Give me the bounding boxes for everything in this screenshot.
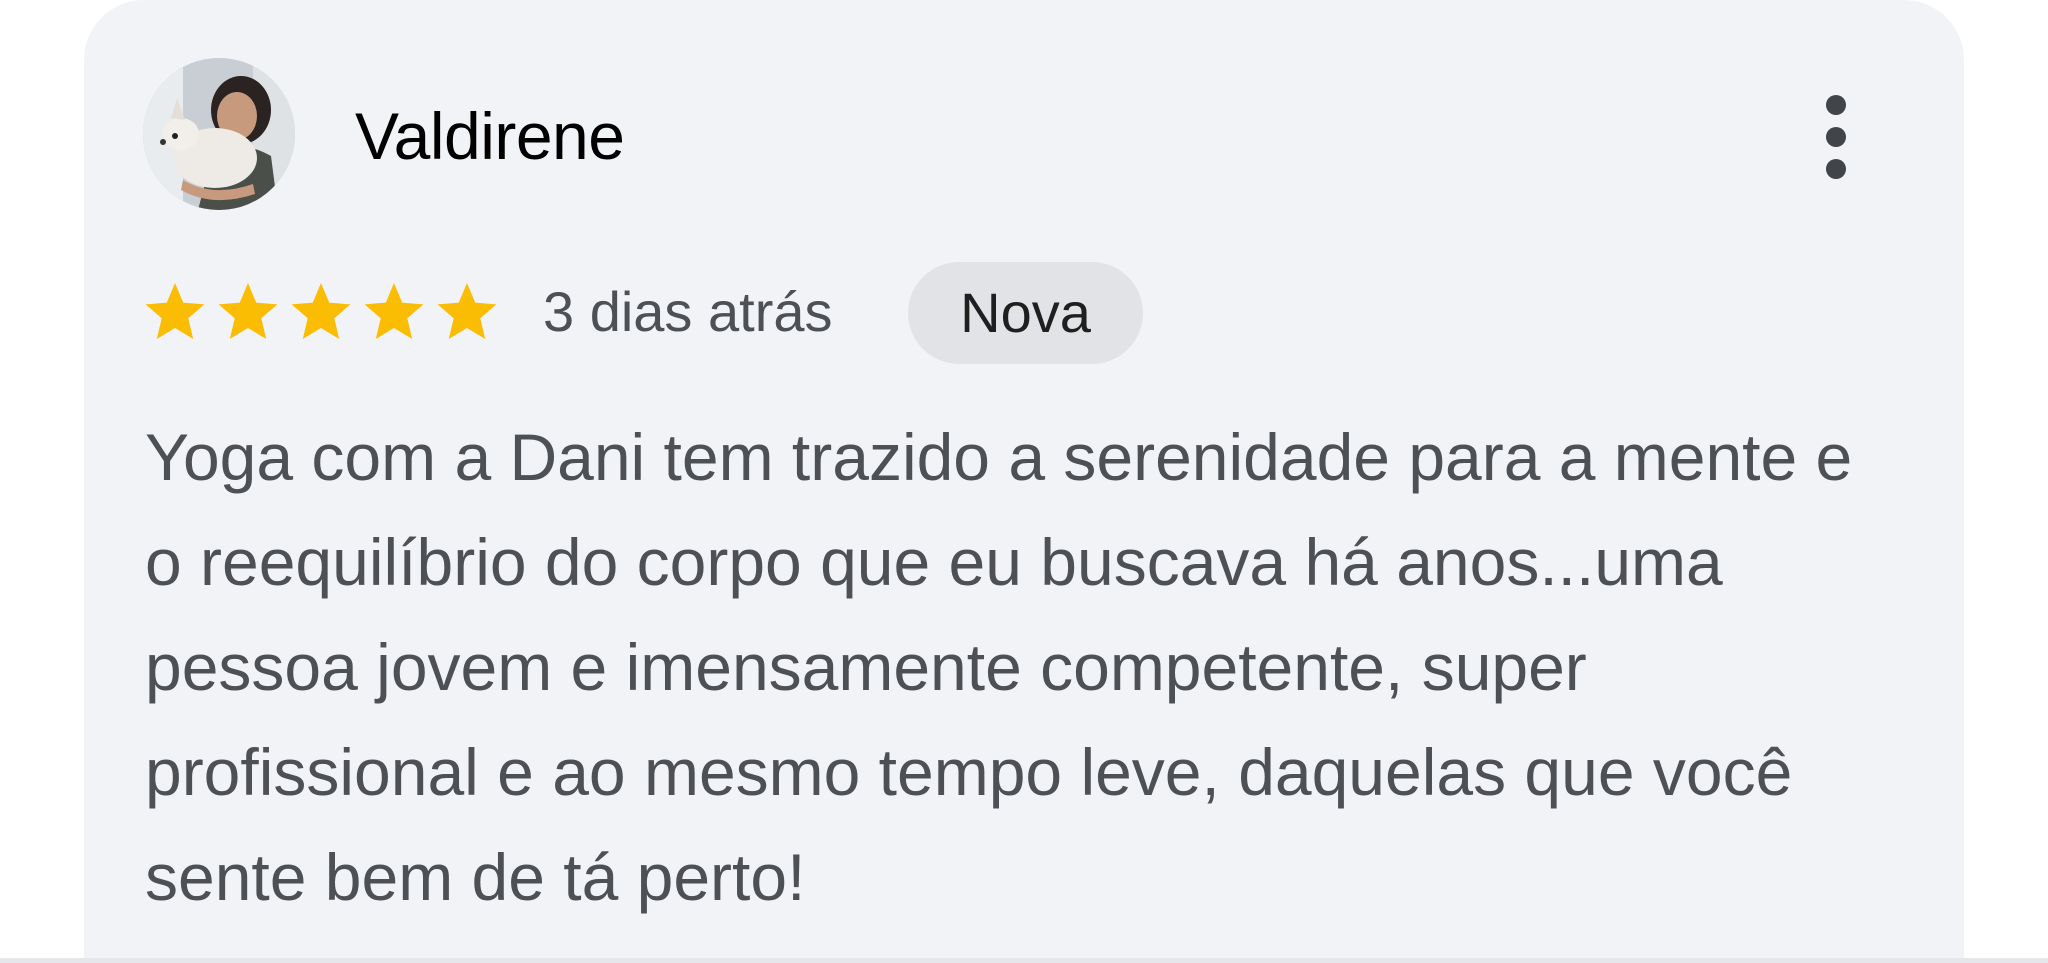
star-icon: [145, 283, 205, 339]
more-vert-icon-dot: [1826, 159, 1846, 179]
more-vert-icon: [1826, 95, 1846, 115]
reviewer-avatar[interactable]: [143, 58, 295, 210]
star-icon: [291, 283, 351, 339]
avatar-photo: [143, 58, 295, 210]
review-date: 3 dias atrás: [543, 280, 833, 343]
star-icon: [437, 283, 497, 339]
divider: [0, 958, 2048, 963]
more-vert-icon-dot: [1826, 127, 1846, 147]
star-icon: [218, 283, 278, 339]
new-badge: Nova: [908, 262, 1143, 364]
rating-row: 3 dias atrás Nova: [143, 262, 1343, 364]
review-text: Yoga com a Dani tem trazido a serenidade…: [145, 420, 1853, 914]
star-rating: [143, 280, 503, 344]
more-options-button[interactable]: [1806, 82, 1866, 192]
page: Valdirene 3 dias atrás Nova Yoga com a D…: [0, 0, 2048, 963]
star-icon: [364, 283, 424, 339]
reviewer-name[interactable]: Valdirene: [355, 96, 625, 176]
